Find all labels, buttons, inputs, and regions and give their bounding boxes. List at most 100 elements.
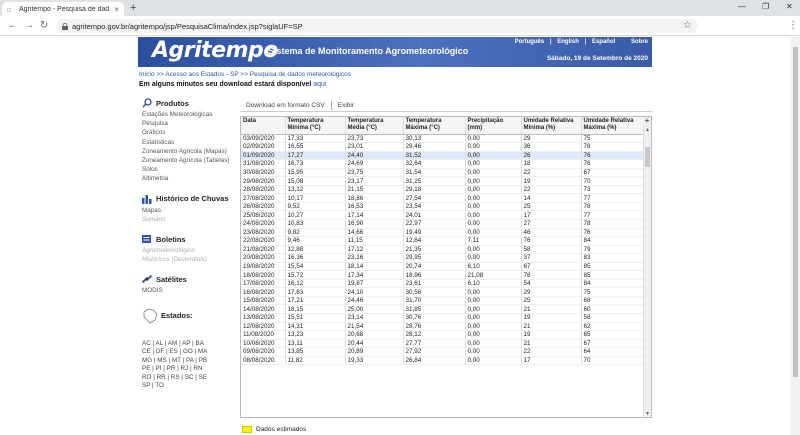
url-field[interactable]: agritempo.gov.br/agritempo/jsp/PesquisaC… — [56, 19, 698, 33]
table-row[interactable]: 22/08/2020 9,46 11,15 12,84 7,11 76 84 — [241, 236, 645, 246]
table-row[interactable]: 19/08/2020 15,54 18,14 20,74 6,10 67 85 — [241, 262, 645, 272]
lang-espanol[interactable]: Español — [592, 39, 615, 45]
breadcrumb[interactable]: Início >> Acesso aos Estados - SP >> Pes… — [139, 71, 351, 78]
table-row[interactable]: 28/08/2020 13,12 21,15 29,18 0,00 22 73 — [241, 185, 645, 195]
col-header-temp-min[interactable]: Temperatura Mínima (°C) — [285, 117, 346, 135]
exibir-button[interactable]: Exibir — [332, 102, 360, 109]
table-row[interactable]: 30/08/2020 15,95 23,75 31,54 0,00 22 67 — [241, 168, 645, 178]
sidebar-item-estacoes[interactable]: Estações Meteorológicas — [142, 110, 234, 119]
sidebar-item-zoneamento-tabelas[interactable]: Zoneamento Agrícola (Tabelas) — [142, 156, 234, 165]
close-window-icon[interactable]: ✕ — [786, 2, 793, 11]
table-cell: 84 — [581, 236, 645, 246]
table-cell: 67 — [581, 168, 645, 178]
tab-title: Agritempo - Pesquisa de dad... — [19, 5, 111, 13]
minimize-icon[interactable]: — — [738, 2, 746, 11]
page-scroll-thumb[interactable] — [793, 47, 798, 377]
states-row[interactable]: CE | DF | ES | GO | MA — [142, 348, 234, 357]
column-chooser-icon[interactable]: + — [643, 117, 651, 125]
states-row[interactable]: AC | AL | AM | AP | BA — [142, 340, 234, 349]
table-cell: 14,66 — [345, 228, 404, 238]
about-link[interactable]: Sobre — [631, 39, 648, 45]
table-row[interactable]: 16/08/2020 17,63 24,10 30,56 0,00 29 75 — [241, 287, 645, 297]
table-cell: 17,12 — [345, 245, 404, 255]
states-row[interactable]: SP | TO — [142, 382, 234, 391]
col-header-umid-max[interactable]: Umidade Relativa Máxima (%) — [581, 117, 645, 135]
sidebar-item-modis[interactable]: MODIS — [142, 286, 234, 295]
sidebar-item-pesquisa[interactable]: Pesquisa — [142, 119, 234, 128]
col-header-precip[interactable]: Precipitação (mm) — [465, 117, 522, 135]
scroll-thumb[interactable] — [645, 147, 650, 167]
table-row[interactable]: 08/08/2020 11,82 19,33 26,84 0,00 17 70 — [241, 356, 645, 366]
table-row[interactable]: 27/08/2020 10,17 18,86 27,54 0,00 14 77 — [241, 193, 645, 203]
back-icon[interactable]: ← — [8, 20, 18, 31]
states-row[interactable]: RO | RR | RS | SC | SE — [142, 374, 234, 383]
page-scrollbar[interactable] — [791, 37, 800, 435]
scroll-up-icon[interactable]: ▲ — [645, 127, 650, 133]
col-header-data[interactable]: Data — [241, 117, 286, 135]
scroll-down-icon[interactable]: ▼ — [645, 411, 650, 417]
table-cell: 30,13 — [403, 134, 466, 144]
table-cell: 16,55 — [285, 142, 346, 152]
grid-scrollbar[interactable]: ▲ ▼ — [643, 117, 651, 417]
table-row[interactable]: 24/08/2020 10,83 16,90 22,97 0,00 27 78 — [241, 219, 645, 229]
table-row[interactable]: 11/08/2020 13,23 20,68 28,12 0,00 19 65 — [241, 330, 645, 340]
sidebar-item-sumario[interactable]: Sumário — [142, 215, 234, 224]
table-row[interactable]: 21/08/2020 12,88 17,12 21,35 0,00 58 79 — [241, 245, 645, 255]
col-header-temp-med[interactable]: Temperatura Média (°C) — [345, 117, 404, 135]
table-row[interactable]: 20/08/2020 16,36 23,16 29,95 0,00 37 83 — [241, 253, 645, 263]
lang-portugues[interactable]: Português — [515, 39, 545, 45]
menu-icon[interactable]: ⋮ — [788, 20, 798, 31]
col-header-umid-min[interactable]: Umidade Relativa Mínima (%) — [521, 117, 582, 135]
table-row[interactable]: 02/09/2020 16,55 23,01 29,46 0,00 36 78 — [241, 142, 645, 152]
table-row[interactable]: 29/08/2020 15,08 23,17 31,25 0,00 19 70 — [241, 176, 645, 186]
table-row[interactable]: 23/08/2020 9,82 14,66 19,49 0,00 46 76 — [241, 228, 645, 238]
site-logo[interactable]: Agritempo — [152, 38, 278, 63]
table-cell: 28,12 — [403, 330, 466, 340]
table-row[interactable]: 31/08/2020 16,73 24,69 32,64 0,00 18 76 — [241, 159, 645, 169]
table-row[interactable]: 25/08/2020 10,27 17,14 24,01 0,00 17 77 — [241, 210, 645, 220]
reload-icon[interactable]: ↻ — [40, 20, 48, 31]
table-row[interactable]: 10/08/2020 13,11 20,44 27,77 0,00 21 67 — [241, 339, 645, 349]
table-cell: 73 — [581, 185, 645, 195]
sidebar-item-zoneamento-mapas[interactable]: Zoneamento Agrícola (Mapas) — [142, 147, 234, 156]
table-row[interactable]: 14/08/2020 18,15 25,00 31,85 0,00 21 60 — [241, 304, 645, 314]
table-row[interactable]: 26/08/2020 9,52 16,53 23,54 0,00 25 78 — [241, 202, 645, 212]
table-row[interactable]: 13/08/2020 15,51 23,14 30,76 0,00 19 58 — [241, 313, 645, 323]
download-link[interactable]: aqui — [313, 81, 326, 88]
forward-icon[interactable]: → — [24, 20, 34, 31]
states-row[interactable]: PE | PI | PR | RJ | RN — [142, 365, 234, 374]
table-row[interactable]: 18/08/2020 15,72 17,34 18,96 21,08 78 85 — [241, 270, 645, 280]
lang-english[interactable]: English — [557, 39, 579, 45]
table-row[interactable]: 15/08/2020 17,21 24,46 31,70 0,00 25 68 — [241, 296, 645, 306]
table-row[interactable]: 01/09/2020 17,27 24,40 31,52 0,00 26 76 — [241, 151, 645, 161]
table-cell: 10,83 — [285, 219, 346, 229]
browser-tab[interactable]: □ Agritempo - Pesquisa de dad... × — [2, 2, 124, 16]
table-cell: 24,46 — [345, 296, 404, 306]
sidebar-item-estatisticas[interactable]: Estatísticas — [142, 138, 234, 147]
table-cell: 21,54 — [345, 322, 404, 332]
table-row[interactable]: 09/08/2020 13,85 20,89 27,92 0,00 22 64 — [241, 347, 645, 357]
table-cell: 24/08/2020 — [241, 219, 286, 229]
close-tab-icon[interactable]: × — [114, 5, 119, 14]
download-csv-button[interactable]: Download em formato CSV — [240, 102, 331, 109]
bookmark-star-icon[interactable]: ☆ — [683, 20, 692, 31]
table-cell: 13/08/2020 — [241, 313, 286, 323]
sidebar-item-altimetria[interactable]: Altimetria — [142, 174, 234, 183]
sidebar-item-agrometeorologico[interactable]: Agrometeorológico — [142, 246, 234, 255]
sidebar-item-historicos[interactable]: Históricos (Decendiais) — [142, 255, 234, 264]
table-row[interactable]: 17/08/2020 16,12 19,87 23,61 6,10 54 84 — [241, 279, 645, 289]
table-cell: 21 — [521, 322, 582, 332]
sidebar-item-mapas[interactable]: Mapas — [142, 206, 234, 215]
table-cell: 17 — [521, 210, 582, 220]
col-header-temp-max[interactable]: Temperatura Máxima (°C) — [403, 117, 466, 135]
table-cell: 27,54 — [403, 193, 466, 203]
table-cell: 77 — [581, 193, 645, 203]
table-row[interactable]: 03/09/2020 17,33 23,73 30,13 0,00 29 75 — [241, 134, 645, 144]
sidebar-item-graficos[interactable]: Gráficos — [142, 128, 234, 137]
new-tab-button[interactable]: + — [130, 2, 136, 14]
maximize-icon[interactable]: ❐ — [762, 2, 769, 11]
sidebar-item-solos[interactable]: Solos — [142, 165, 234, 174]
states-row[interactable]: MG | MS | MT | PA | PB — [142, 357, 234, 366]
table-cell: 15,72 — [285, 270, 346, 280]
table-row[interactable]: 12/08/2020 14,31 21,54 28,76 0,00 21 62 — [241, 322, 645, 332]
